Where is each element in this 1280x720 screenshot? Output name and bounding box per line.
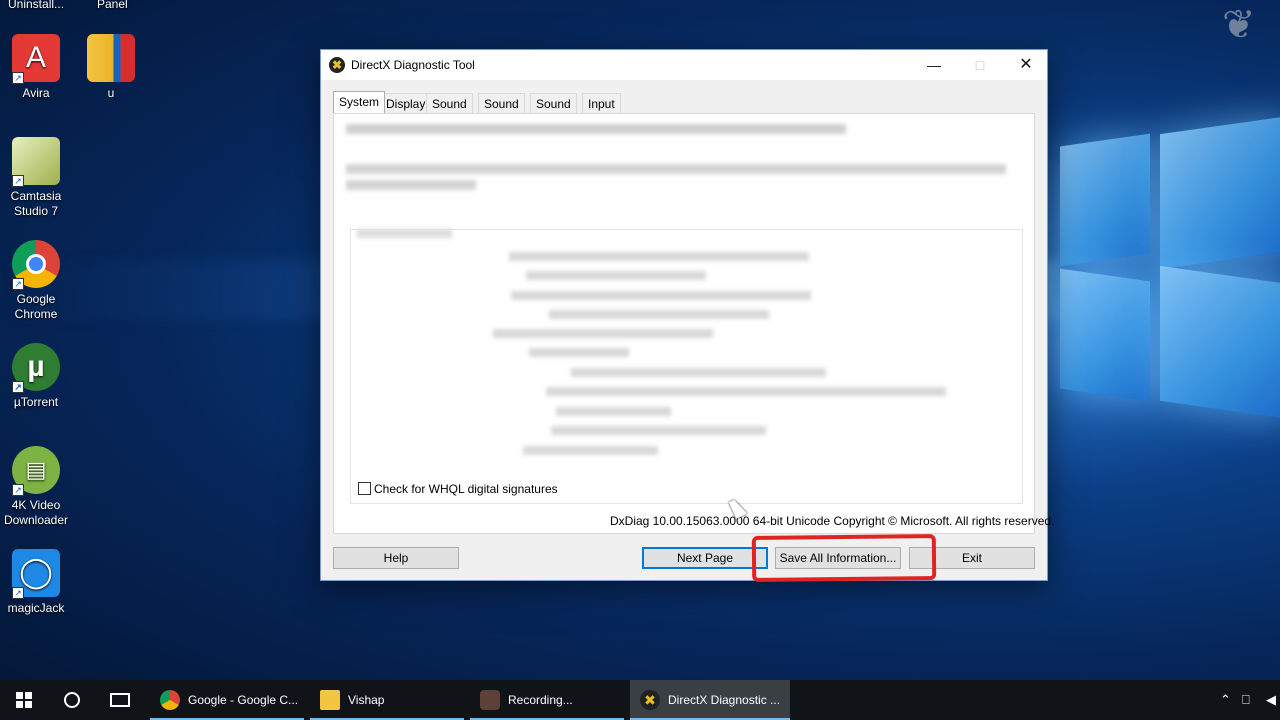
recording-icon xyxy=(480,690,500,710)
network-icon[interactable]: ⎕ xyxy=(1242,692,1250,708)
desktop-icon-magicjack[interactable]: ◯ ↗ magicJack xyxy=(0,549,72,616)
minimize-button[interactable]: — xyxy=(911,50,957,80)
desktop-icon-label: µTorrent xyxy=(13,395,59,409)
dragon-watermark-icon: ❦ xyxy=(1222,3,1256,47)
desktop-icon-label: Google Chrome xyxy=(14,292,58,321)
desktop-icon-label-panel: Panel xyxy=(97,0,128,11)
blurred-info-row xyxy=(556,407,671,416)
camtasia-icon: ↗ xyxy=(12,137,60,187)
folder-icon xyxy=(87,34,135,82)
shortcut-arrow-icon: ↗ xyxy=(12,72,24,84)
blurred-intro-text xyxy=(346,180,476,190)
magicjack-icon: ◯ ↗ xyxy=(12,549,60,599)
tab-sound-3[interactable]: Sound 3 xyxy=(530,93,577,125)
desktop-icon-avira[interactable]: A ↗ Avira xyxy=(0,34,72,101)
directx-icon: ✖ xyxy=(640,690,660,710)
blurred-intro-text xyxy=(346,164,1006,174)
volume-icon[interactable]: ◀ xyxy=(1266,692,1276,708)
chrome-icon: ↗ xyxy=(12,240,60,290)
desktop-icon-utorrent[interactable]: µ ↗ µTorrent xyxy=(0,343,72,410)
taskbar-item-label: Google - Google C... xyxy=(188,693,299,707)
blurred-info-row xyxy=(493,329,713,338)
start-button[interactable] xyxy=(0,680,48,720)
desktop-icon-label: Camtasia Studio 7 xyxy=(10,189,62,218)
blurred-info-row xyxy=(526,271,706,280)
taskbar-item-label: Recording... xyxy=(508,693,573,707)
cortana-search-button[interactable] xyxy=(48,680,96,720)
windows-logo-wallpaper xyxy=(1040,115,1280,460)
blurred-info-row xyxy=(529,348,629,357)
tab-sound-1[interactable]: Sound 1 xyxy=(426,93,473,125)
tab-input[interactable]: Input xyxy=(582,93,621,113)
taskbar: Google - Google C... Vishap Recording...… xyxy=(0,680,1280,720)
red-highlight-annotation xyxy=(751,534,937,582)
taskbar-item-label: Vishap xyxy=(348,693,385,707)
next-page-button[interactable]: Next Page xyxy=(642,547,768,569)
avira-icon: A ↗ xyxy=(12,34,60,84)
maximize-button[interactable]: □ xyxy=(957,50,1003,80)
taskbar-item-directx[interactable]: ✖ DirectX Diagnostic ... xyxy=(630,680,790,720)
help-button[interactable]: Help xyxy=(333,547,459,569)
directx-icon: ✖ xyxy=(329,57,345,73)
task-view-icon xyxy=(110,693,130,707)
shortcut-arrow-icon: ↗ xyxy=(12,587,24,599)
close-button[interactable]: ✕ xyxy=(1003,50,1049,80)
tab-sound-2[interactable]: Sound 2 xyxy=(478,93,525,125)
system-information-group xyxy=(350,229,1023,504)
desktop-icon-label-uninstall: Uninstall... xyxy=(8,0,65,11)
blurred-group-title xyxy=(357,229,452,238)
blurred-info-row xyxy=(511,291,811,300)
taskbar-item-chrome[interactable]: Google - Google C... xyxy=(150,680,304,720)
desktop-icon-label: magicJack xyxy=(7,601,65,615)
blurred-info-row xyxy=(549,310,769,319)
4k-video-downloader-icon: ▤ ↗ xyxy=(12,446,60,496)
blurred-info-row xyxy=(523,446,658,455)
blurred-info-row xyxy=(546,387,946,396)
checkbox-box[interactable] xyxy=(358,482,371,495)
shortcut-arrow-icon: ↗ xyxy=(12,278,24,290)
desktop-icon-google-chrome[interactable]: ↗ Google Chrome xyxy=(0,240,72,322)
shortcut-arrow-icon: ↗ xyxy=(12,381,24,393)
desktop-icon-label: 4K Video Downloader xyxy=(3,498,69,527)
whql-checkbox-label: Check for WHQL digital signatures xyxy=(374,482,558,496)
desktop-icon-camtasia[interactable]: ↗ Camtasia Studio 7 xyxy=(0,137,72,219)
dxdiag-version-copyright: DxDiag 10.00.15063.0000 64-bit Unicode C… xyxy=(610,514,1055,528)
taskbar-item-vishap-folder[interactable]: Vishap xyxy=(310,680,464,720)
shortcut-arrow-icon: ↗ xyxy=(12,175,24,187)
folder-icon xyxy=(320,690,340,710)
desktop-icon-u-folder[interactable]: u xyxy=(75,34,147,101)
blurred-info-row xyxy=(571,368,826,377)
tab-system[interactable]: System xyxy=(333,91,386,113)
blurred-info-row xyxy=(509,252,809,261)
blurred-intro-text xyxy=(346,124,846,134)
chrome-icon xyxy=(160,690,180,710)
system-tab-panel: Check for WHQL digital signatures xyxy=(333,113,1035,534)
shortcut-arrow-icon: ↗ xyxy=(12,484,24,496)
windows-start-icon xyxy=(16,692,32,708)
show-hidden-icons-chevron-icon[interactable]: ⌃ xyxy=(1220,692,1231,708)
desktop-icon-label: u xyxy=(107,86,115,100)
cortana-circle-icon xyxy=(64,692,80,708)
blurred-info-row xyxy=(551,426,766,435)
tab-display[interactable]: Display xyxy=(380,93,432,113)
utorrent-icon: µ ↗ xyxy=(12,343,60,393)
desktop-icon-4k-video-downloader[interactable]: ▤ ↗ 4K Video Downloader xyxy=(0,446,72,528)
dialog-title: DirectX Diagnostic Tool xyxy=(351,58,475,72)
taskbar-item-label: DirectX Diagnostic ... xyxy=(668,693,781,707)
taskbar-item-recording[interactable]: Recording... xyxy=(470,680,624,720)
dialog-titlebar[interactable]: ✖ DirectX Diagnostic Tool — □ ✕ xyxy=(321,50,1047,80)
desktop-icon-label: Avira xyxy=(22,86,50,100)
task-view-button[interactable] xyxy=(96,680,144,720)
directx-diagnostic-dialog: ✖ DirectX Diagnostic Tool — □ ✕ System D… xyxy=(320,49,1054,581)
whql-checkbox[interactable]: Check for WHQL digital signatures xyxy=(358,482,558,496)
